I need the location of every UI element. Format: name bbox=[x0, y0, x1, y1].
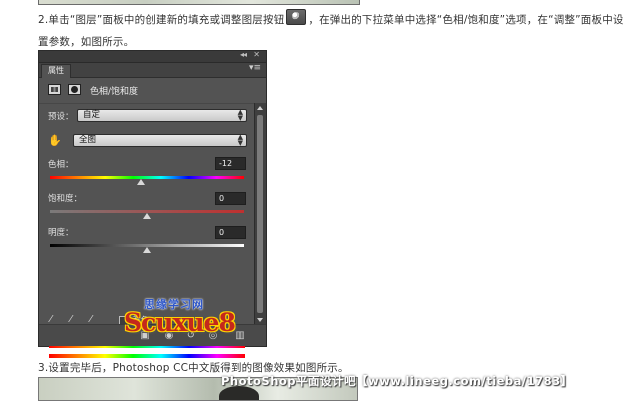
hand-tool-icon[interactable]: ✋ bbox=[48, 134, 62, 148]
hue-saturation-icon bbox=[48, 84, 61, 95]
credit-watermark: PhotoShop平面设计吧【www.lineeg.com/tieba/1783… bbox=[221, 374, 573, 388]
step-2-paragraph: 2.单击“图层”面板中的创建新的填充或调整图层按钮 ，在弹出的下拉菜单中选择“色相… bbox=[38, 9, 624, 53]
panel-header: 色相/饱和度 bbox=[39, 78, 266, 104]
scroll-up-icon[interactable] bbox=[257, 106, 263, 110]
close-panel-icon[interactable]: ✕ bbox=[253, 50, 260, 59]
scroll-thumb[interactable] bbox=[257, 115, 263, 313]
preset-value: 自定 bbox=[83, 110, 101, 120]
saturation-label: 饱和度： bbox=[48, 194, 83, 204]
hue-label: 色相： bbox=[48, 160, 74, 170]
hue-slider-thumb[interactable] bbox=[136, 179, 145, 185]
preset-dropdown[interactable]: 自定 ▲ ▼ bbox=[77, 109, 247, 122]
panel-titlebar: ◂◂ ✕ bbox=[39, 50, 266, 63]
scroll-down-icon[interactable] bbox=[257, 318, 263, 322]
hue-value-field[interactable]: -12 bbox=[215, 157, 246, 170]
range-value: 全图 bbox=[79, 135, 97, 145]
panel-menu-icon[interactable]: ▾≡ bbox=[249, 63, 261, 73]
saturation-value-field[interactable]: 0 bbox=[215, 192, 246, 205]
saturation-slider-thumb[interactable] bbox=[143, 213, 151, 219]
hue-slider-track[interactable] bbox=[50, 176, 244, 179]
previous-image-strip bbox=[38, 0, 360, 5]
mask-icon[interactable] bbox=[68, 84, 81, 95]
range-dropdown[interactable]: 全图 ▲ ▼ bbox=[73, 134, 247, 147]
lightness-value-field[interactable]: 0 bbox=[215, 226, 246, 239]
dropdown-arrows-icon: ▲ ▼ bbox=[237, 108, 243, 122]
tab-properties[interactable]: 属性 bbox=[41, 64, 71, 78]
panel-body: 预设： 自定 ▲ ▼ ✋ 全图 ▲ ▼ 色相： -12 饱和度： 0 明度： 0 ⁄… bbox=[39, 103, 256, 358]
panel-scrollbar[interactable] bbox=[254, 103, 266, 325]
panel-tab-row: 属性 ▾≡ bbox=[39, 63, 266, 78]
step-2-text-part-1: 2.单击“图层”面板中的创建新的填充或调整图层按钮 bbox=[38, 14, 285, 26]
trash-icon[interactable]: ▥ bbox=[234, 330, 246, 341]
panel-header-title: 色相/饱和度 bbox=[90, 87, 139, 97]
dropdown-arrows-icon: ▲ ▼ bbox=[237, 133, 243, 147]
collapse-panel-icon[interactable]: ◂◂ bbox=[240, 50, 247, 59]
create-adjustment-layer-icon bbox=[286, 9, 307, 25]
lightness-label: 明度： bbox=[48, 228, 74, 238]
lightness-slider-thumb[interactable] bbox=[143, 247, 151, 253]
brand-watermark: Scuxue8 bbox=[124, 308, 236, 337]
preset-label: 预设： bbox=[48, 112, 74, 122]
